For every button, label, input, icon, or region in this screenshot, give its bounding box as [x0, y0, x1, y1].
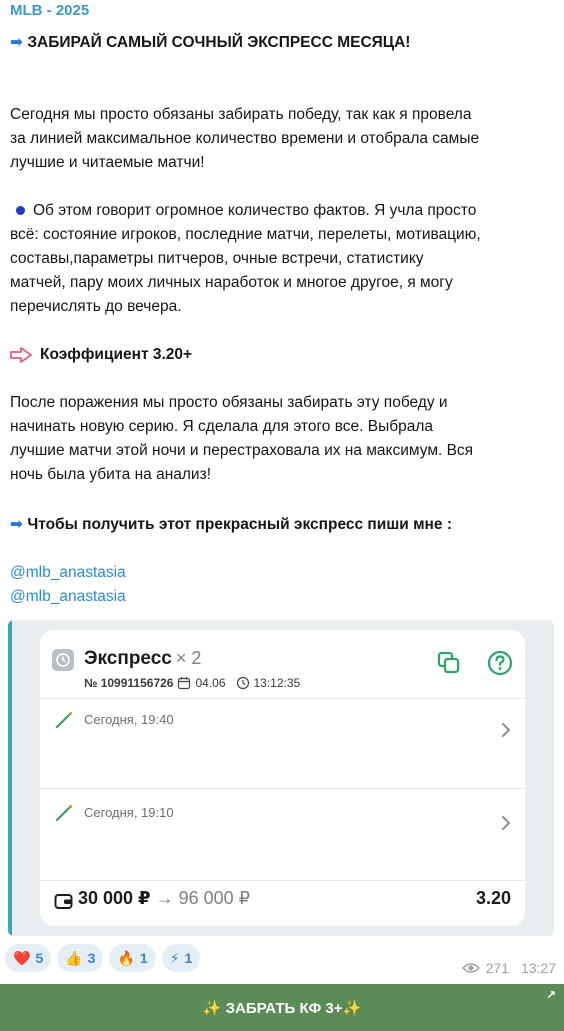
views-count: 271 — [485, 960, 509, 976]
chevron-right-icon — [502, 723, 510, 737]
event-time: Сегодня, 19:40 — [84, 712, 174, 727]
paragraph-2-line: составы,параметры питчеров, очные встреч… — [10, 250, 424, 267]
reaction-thumbs-up[interactable]: 👍 3 — [57, 944, 104, 972]
headline-text: ЗАБИРАЙ САМЫЙ СОЧНЫЙ ЭКСПРЕСС МЕСЯЦА! — [27, 34, 411, 51]
bet-date: 04.06 — [195, 676, 226, 690]
outlined-right-arrow-icon — [10, 347, 32, 363]
copy-icon[interactable] — [436, 650, 462, 676]
clock-icon — [56, 653, 70, 667]
bet-multiplier: × 2 — [175, 648, 202, 668]
call-to-action-text: Чтобы получить этот прекрасный экспресс … — [27, 516, 452, 533]
payout-value: 96 000 ₽ — [178, 888, 251, 908]
divider — [40, 698, 525, 699]
eye-icon — [461, 963, 480, 973]
clock-badge-icon — [52, 649, 74, 671]
claim-button-label: ✨ ЗАБРАТЬ КФ 3+✨ — [202, 999, 362, 1017]
chevron-right-icon — [502, 816, 510, 830]
paragraph-1-line: Сегодня мы просто обязаны забирать побед… — [10, 106, 472, 123]
event-time: Сегодня, 19:10 — [84, 805, 174, 820]
paragraph-3-line: начинать новую серию. Я сделала для этог… — [10, 418, 434, 435]
total-coefficient: 3.20 — [475, 888, 511, 908]
coefficient-line: Коэффициент 3.20+ — [10, 343, 192, 367]
divider — [40, 880, 525, 881]
paragraph-3-line: ночь была убита на анализ! — [10, 466, 212, 483]
paragraph-2-text: Об этом говорит огромное количество факт… — [33, 202, 477, 219]
bet-meta: № 10991156726 04.06 13:12:35 — [84, 676, 300, 690]
reaction-heart[interactable]: ❤️ 5 — [5, 944, 52, 972]
stake-amount: 30 000 ₽ → 96 000 ₽ — [78, 888, 250, 909]
fire-icon: 🔥 — [117, 949, 135, 966]
calendar-icon — [178, 677, 191, 690]
paragraph-3-line: лучшие матчи этой ночи и перестраховала … — [10, 442, 474, 459]
stake-value: 30 000 ₽ — [78, 888, 151, 908]
external-link-icon: ↗ — [545, 988, 556, 1002]
bet-time: 13:12:35 — [253, 676, 301, 690]
channel-name[interactable]: MLB - 2025 — [10, 2, 89, 19]
event-row[interactable]: Сегодня, 19:40 — [40, 700, 525, 770]
claim-button[interactable]: ✨ ЗАБРАТЬ КФ 3+✨ ↗ — [0, 984, 564, 1031]
reaction-lightning[interactable]: ⚡ 1 — [161, 944, 201, 972]
help-icon[interactable] — [486, 649, 514, 677]
wallet-icon — [54, 894, 73, 909]
paragraph-1-line: лучшие и читаемые матчи! — [10, 154, 205, 171]
baseball-bat-icon — [55, 711, 73, 729]
username-link[interactable]: @mlb_anastasia — [10, 561, 126, 585]
blue-circle-icon — [16, 205, 25, 215]
frame-accent — [8, 620, 12, 936]
paragraph-2-line: Об этом говорит огромное количество факт… — [10, 199, 476, 223]
username-link[interactable]: @mlb_anastasia — [10, 585, 126, 609]
time-icon — [236, 676, 249, 690]
right-arrow-icon: ➡ — [10, 516, 23, 533]
reaction-count: 3 — [87, 950, 96, 966]
coefficient-text: Коэффициент 3.20+ — [40, 346, 193, 363]
payout-arrow: → — [155, 888, 174, 908]
bet-type-title: Экспресс × 2 — [84, 648, 201, 670]
divider — [40, 788, 525, 789]
reaction-count: 5 — [35, 950, 44, 966]
call-to-action-line: ➡ Чтобы получить этот прекрасный экспрес… — [10, 513, 452, 537]
bet-number: № 10991156726 — [84, 676, 174, 690]
event-row[interactable]: Сегодня, 19:10 — [40, 793, 525, 863]
thumbs-up-icon: 👍 — [65, 949, 83, 966]
reaction-fire[interactable]: 🔥 1 — [109, 944, 156, 972]
post-headline: ➡ ЗАБИРАЙ САМЫЙ СОЧНЫЙ ЭКСПРЕСС МЕСЯЦА! — [10, 31, 410, 55]
paragraph-2-line: перечислять до вечера. — [10, 298, 182, 315]
bet-type: Экспресс — [84, 648, 172, 669]
baseball-bat-icon — [55, 804, 73, 822]
post-time: 13:27 — [520, 960, 556, 976]
right-arrow-icon: ➡ — [10, 34, 23, 51]
heart-icon: ❤️ — [13, 949, 31, 966]
lightning-icon: ⚡ — [169, 949, 180, 966]
reaction-count: 1 — [139, 950, 148, 966]
bet-card: Экспресс × 2 № 10991156726 04.06 13:12:35 — [40, 630, 525, 926]
paragraph-3-line: После поражения мы просто обязаны забира… — [10, 394, 448, 411]
bet-slip-image[interactable]: Экспресс × 2 № 10991156726 04.06 13:12:35 — [8, 620, 554, 936]
paragraph-2-line: всё: состояние игроков, последние матчи,… — [10, 226, 481, 243]
bet-total-row: 30 000 ₽ → 96 000 ₽ 3.20 — [40, 886, 525, 922]
paragraph-1-line: за линией максимальное количество времен… — [10, 130, 480, 147]
reaction-count: 1 — [184, 950, 193, 966]
paragraph-2-line: матчей, пару моих личных наработок и мно… — [10, 274, 453, 291]
post-meta: 271 13:27 — [461, 960, 556, 976]
reactions-bar: ❤️ 5 👍 3 🔥 1 ⚡ 1 — [5, 944, 201, 972]
